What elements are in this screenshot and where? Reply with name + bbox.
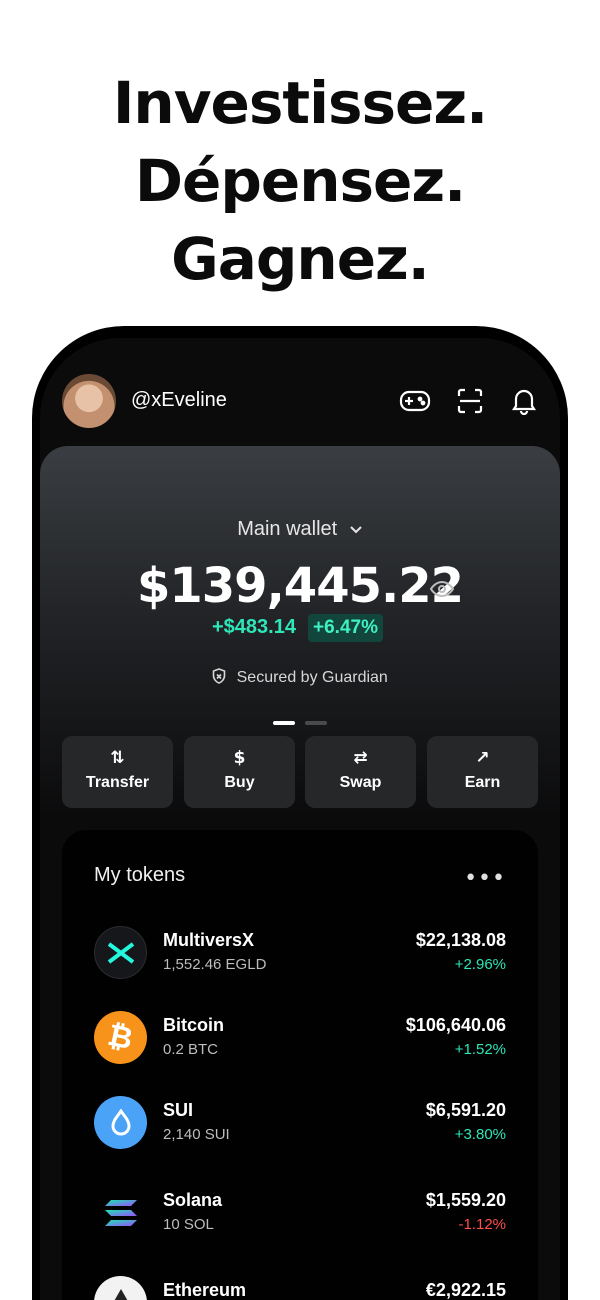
token-row-multiversx[interactable]: MultiversX 1,552.46 EGLD $22,138.08 +2.9…	[62, 926, 538, 996]
token-amount: 1,552.46 EGLD	[163, 956, 267, 973]
headline: Investissez. Dépensez. Gagnez.	[0, 64, 600, 298]
shield-icon	[212, 668, 226, 689]
transfer-label: Transfer	[85, 774, 150, 791]
balance-gain: +$483.14	[212, 616, 296, 638]
swap-icon: ⇄	[353, 748, 368, 768]
token-value: $1,559.20	[425, 1190, 506, 1210]
tokens-title: My tokens	[94, 864, 186, 886]
scan-icon[interactable]	[453, 386, 487, 416]
chevron-down-icon	[349, 518, 363, 541]
bitcoin-icon: ₿	[94, 1011, 147, 1064]
token-value: €2,922.15	[425, 1280, 506, 1300]
action-bar: ⇅ Transfer $ Buy ⇄ Swap ↗ Earn	[62, 736, 538, 808]
token-change: +1.52%	[454, 1041, 506, 1058]
gamepad-icon[interactable]	[398, 386, 432, 416]
dollar-icon: $	[233, 748, 246, 768]
token-amount: 2,140 SUI	[163, 1126, 230, 1143]
balance-gain-percent: +6.47%	[308, 614, 383, 642]
token-name: MultiversX	[163, 930, 255, 950]
token-name: SUI	[163, 1100, 194, 1120]
headline-line-3: Gagnez.	[171, 225, 430, 293]
bell-icon[interactable]	[507, 386, 541, 416]
wallet-balance: $139,445.22	[136, 558, 464, 614]
page-dot[interactable]	[305, 721, 327, 725]
top-bar: @xEveline	[40, 374, 560, 430]
token-amount: 0.2 BTC	[163, 1041, 219, 1058]
page-dot-active[interactable]	[273, 721, 295, 725]
transfer-button[interactable]: ⇅ Transfer	[62, 736, 173, 808]
token-value: $6,591.20	[425, 1100, 506, 1120]
token-name: Bitcoin	[163, 1015, 224, 1035]
solana-icon	[94, 1186, 147, 1239]
earn-label: Earn	[464, 774, 501, 791]
app-screen: @xEveline Main wallet $139,445.22 +$483.…	[40, 338, 560, 1300]
username[interactable]: @xEveline	[131, 389, 227, 412]
token-name: Ethereum	[163, 1280, 247, 1300]
buy-label: Buy	[224, 774, 255, 791]
wallet-name: Main wallet	[237, 518, 338, 540]
more-options-icon[interactable]: •••	[464, 866, 506, 891]
eye-icon[interactable]	[429, 580, 455, 602]
token-name: Solana	[163, 1190, 223, 1210]
trending-up-icon: ↗	[475, 748, 490, 768]
headline-line-2: Dépensez.	[134, 147, 466, 215]
ethereum-icon	[94, 1276, 147, 1300]
headline-line-1: Investissez.	[112, 69, 488, 137]
token-value: $22,138.08	[415, 930, 506, 950]
earn-button[interactable]: ↗ Earn	[427, 736, 538, 808]
secured-label: Secured by Guardian	[40, 668, 560, 689]
wallet-selector[interactable]: Main wallet	[40, 518, 560, 541]
token-row-bitcoin[interactable]: ₿ Bitcoin 0.2 BTC $106,640.06 +1.52%	[62, 1011, 538, 1081]
sui-icon	[94, 1096, 147, 1149]
token-change: +2.96%	[454, 956, 506, 973]
page-indicator	[273, 710, 337, 729]
balance-row: $139,445.22	[40, 558, 560, 614]
token-change: -1.12%	[458, 1216, 506, 1233]
token-row-sui[interactable]: SUI 2,140 SUI $6,591.20 +3.80%	[62, 1096, 538, 1166]
transfer-icon: ⇅	[110, 748, 125, 768]
token-change: +3.80%	[454, 1126, 506, 1143]
multiversx-icon	[94, 926, 147, 979]
secured-text: Secured by Guardian	[236, 669, 388, 686]
tokens-panel: My tokens ••• MultiversX 1,552.46 EGLD $…	[62, 830, 538, 1300]
buy-button[interactable]: $ Buy	[184, 736, 295, 808]
token-row-solana[interactable]: Solana 10 SOL $1,559.20 -1.12%	[62, 1186, 538, 1256]
token-row-ethereum[interactable]: Ethereum €2,922.15	[62, 1276, 538, 1300]
swap-label: Swap	[339, 774, 382, 791]
avatar[interactable]	[62, 374, 116, 428]
swap-button[interactable]: ⇄ Swap	[305, 736, 416, 808]
token-amount: 10 SOL	[163, 1216, 214, 1233]
token-value: $106,640.06	[405, 1015, 506, 1035]
